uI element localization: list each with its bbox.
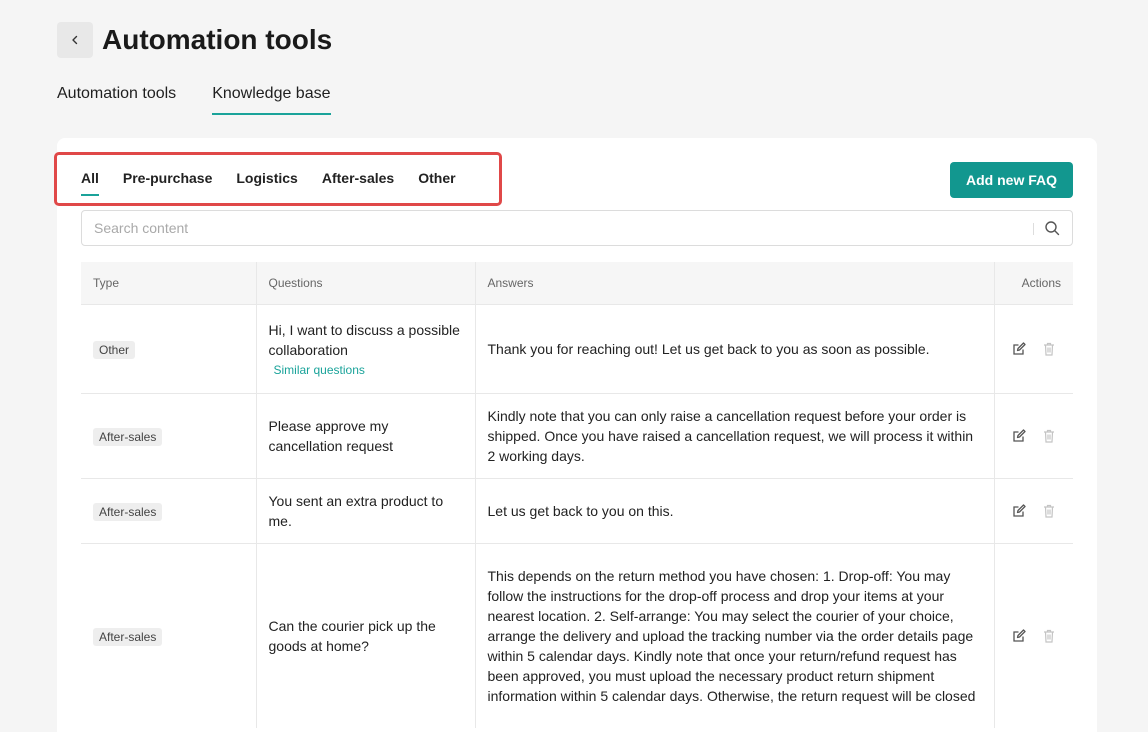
header-actions: Actions [994, 262, 1073, 304]
delete-icon[interactable] [1041, 628, 1057, 644]
tab-automation-tools[interactable]: Automation tools [57, 80, 176, 115]
chevron-left-icon [72, 35, 78, 45]
faq-table: Type Questions Answers Actions Other Hi,… [81, 262, 1073, 728]
header-answers: Answers [475, 262, 995, 304]
question-cell: You sent an extra product to me. [256, 477, 476, 543]
filter-tab-after-sales[interactable]: After-sales [322, 168, 394, 196]
header-questions: Questions [256, 262, 476, 304]
question-text: Hi, I want to discuss a possible collabo… [268, 321, 460, 358]
filter-tab-logistics[interactable]: Logistics [236, 168, 297, 196]
table-row: After-sales You sent an extra product to… [81, 477, 1073, 543]
similar-questions-link[interactable]: Similar questions [269, 360, 463, 380]
type-badge: After-sales [93, 627, 163, 646]
table-header-row: Type Questions Answers Actions [81, 262, 1073, 304]
edit-icon[interactable] [1011, 503, 1027, 519]
type-badge: After-sales [93, 427, 163, 446]
filter-tab-pre-purchase[interactable]: Pre-purchase [123, 168, 212, 196]
table-row: After-sales Can the courier pick up the … [81, 542, 1073, 728]
edit-icon[interactable] [1011, 428, 1027, 444]
type-cell: After-sales [81, 392, 257, 478]
delete-icon[interactable] [1041, 428, 1057, 444]
type-cell: After-sales [81, 477, 257, 543]
search-input[interactable] [94, 211, 1014, 245]
actions-cell [994, 392, 1073, 478]
type-badge: Other [93, 340, 136, 359]
table-row: After-sales Please approve my cancellati… [81, 392, 1073, 478]
search-divider [1033, 223, 1034, 235]
answer-cell: Thank you for reaching out! Let us get b… [475, 303, 995, 393]
filter-tab-other[interactable]: Other [418, 168, 455, 196]
search-bar [81, 210, 1073, 246]
edit-icon[interactable] [1011, 628, 1027, 644]
actions-cell [994, 477, 1073, 543]
question-cell: Hi, I want to discuss a possible collabo… [256, 303, 476, 393]
header-type: Type [81, 262, 257, 304]
type-cell: Other [81, 303, 257, 393]
answer-cell: This depends on the return method you ha… [475, 542, 995, 728]
page-title: Automation tools [102, 24, 333, 55]
back-button[interactable] [57, 22, 93, 58]
actions-cell [994, 303, 1073, 393]
type-cell: After-sales [81, 542, 257, 728]
table-row: Other Hi, I want to discuss a possible c… [81, 303, 1073, 393]
add-faq-button[interactable]: Add new FAQ [950, 162, 1073, 198]
answer-cell: Let us get back to you on this. [475, 477, 995, 543]
filter-tabs: All Pre-purchase Logistics After-sales O… [81, 168, 456, 196]
question-cell: Can the courier pick up the goods at hom… [256, 542, 476, 728]
edit-icon[interactable] [1011, 341, 1027, 357]
tab-knowledge-base[interactable]: Knowledge base [212, 80, 331, 115]
search-icon[interactable] [1044, 220, 1060, 236]
faq-card: All Pre-purchase Logistics After-sales O… [54, 138, 1097, 732]
delete-icon[interactable] [1041, 341, 1057, 357]
main-tabs: Automation tools Knowledge base [57, 80, 331, 115]
question-cell: Please approve my cancellation request [256, 392, 476, 478]
answer-cell: Kindly note that you can only raise a ca… [475, 392, 995, 478]
type-badge: After-sales [93, 502, 163, 521]
filter-tab-all[interactable]: All [81, 168, 99, 196]
delete-icon[interactable] [1041, 503, 1057, 519]
actions-cell [994, 542, 1073, 728]
